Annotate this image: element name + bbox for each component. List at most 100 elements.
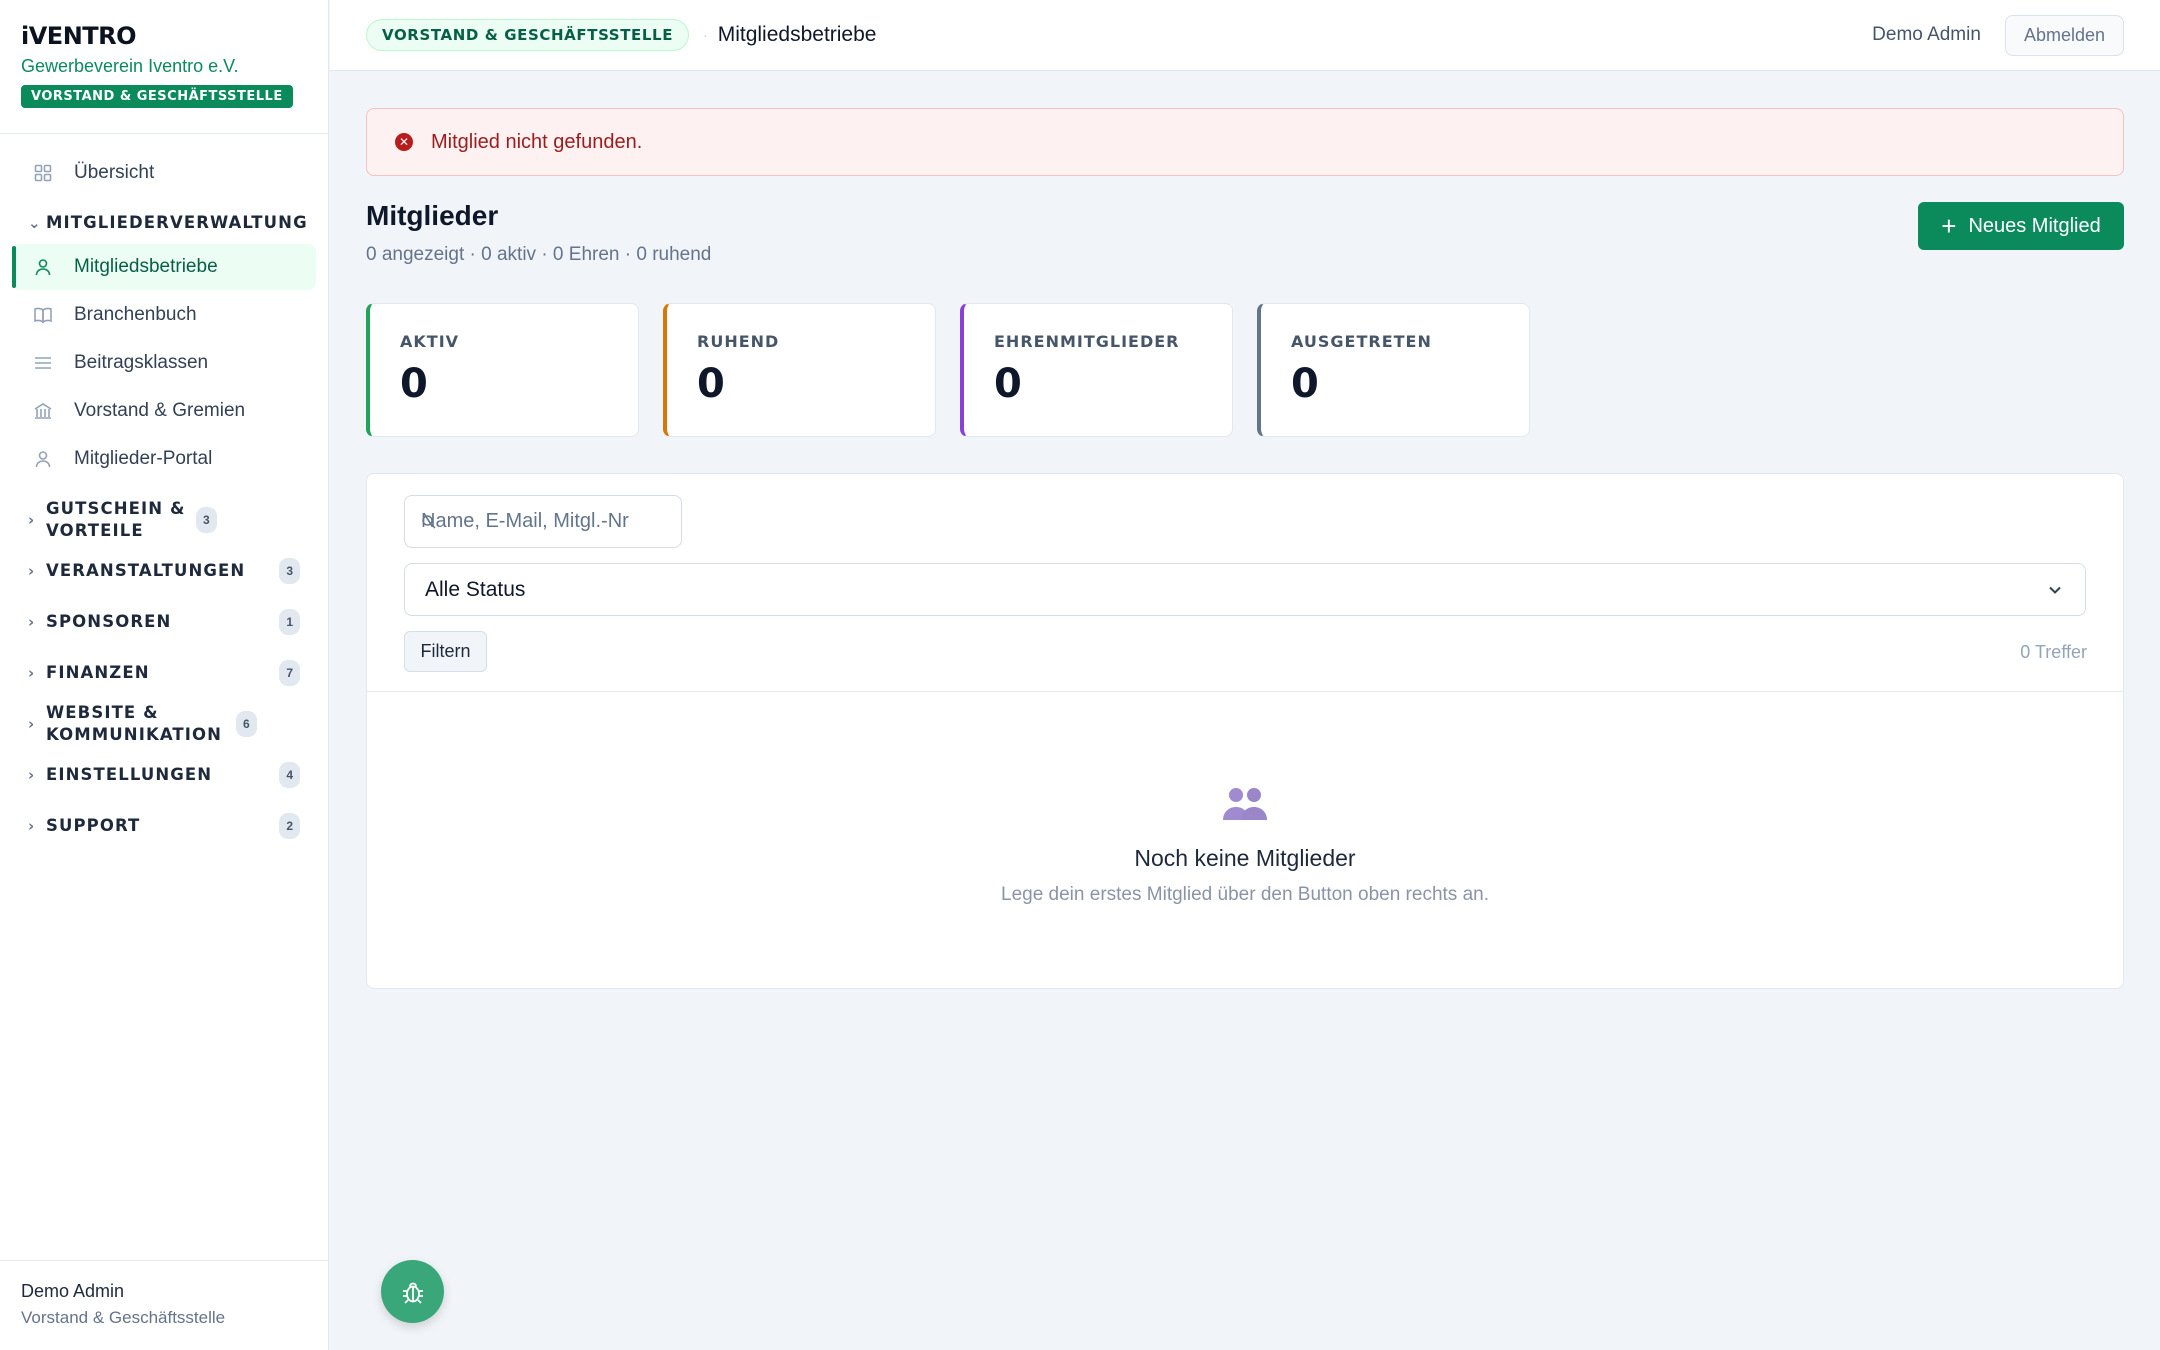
new-member-button[interactable]: + Neues Mitglied [1918, 202, 2124, 250]
sidebar-group-sponsoren[interactable]: › SPONSOREN 1 [12, 596, 316, 647]
organization-name: Gewerbeverein Iventro e.V. [21, 56, 239, 76]
sidebar-item-label: Vorstand & Gremien [74, 400, 246, 421]
sidebar-group-label: EINSTELLUNGEN [46, 764, 213, 784]
role-badge: VORSTAND & GESCHÄFTSSTELLE [21, 85, 293, 108]
stat-label: AUSGETRETEN [1291, 332, 1432, 351]
alert-text: Mitglied nicht gefunden. [431, 130, 643, 153]
sidebar-item-label: Mitgliedsbetriebe [74, 256, 218, 277]
sidebar-item-branchenbuch[interactable]: Branchenbuch [12, 292, 316, 338]
sidebar-item-label: Mitglieder-Portal [74, 448, 213, 469]
chevron-right-icon: › [28, 510, 36, 529]
new-member-label: Neues Mitglied [1968, 214, 2101, 237]
sidebar-group-einstellungen[interactable]: › EINSTELLUNGEN 4 [12, 749, 316, 800]
count-badge: 2 [279, 812, 300, 839]
bug-report-button[interactable] [381, 1260, 444, 1323]
chevron-right-icon: › [28, 561, 36, 580]
stat-label: AKTIV [400, 332, 460, 351]
stat-card-ruhend: RUHEND 0 [663, 303, 936, 437]
stat-value: 0 [697, 361, 725, 407]
top-user-name: Demo Admin [1872, 24, 1981, 45]
filter-button[interactable]: Filtern [404, 631, 487, 672]
sidebar-item-mitglieder-portal[interactable]: Mitglieder-Portal [12, 436, 316, 482]
divider [367, 691, 2123, 692]
sidebar-group-label: VERANSTALTUNGEN [46, 560, 246, 580]
sidebar-item-overview[interactable]: Übersicht [12, 150, 316, 196]
topbar: VORSTAND & GESCHÄFTSSTELLE · Mitgliedsbe… [330, 0, 2160, 71]
breadcrumb-separator: · [703, 27, 708, 43]
count-badge: 4 [279, 761, 300, 788]
sidebar-item-vorstand[interactable]: Vorstand & Gremien [12, 388, 316, 434]
brand-block: iVENTRO Gewerbeverein Iventro e.V. VORST… [0, 0, 328, 134]
logout-button[interactable]: Abmelden [2004, 14, 2124, 56]
sidebar-group-label: WEBSITE & KOMMUNIKATION [46, 702, 223, 744]
chevron-right-icon: › [28, 714, 36, 733]
stat-label: EHRENMITGLIEDER [994, 332, 1180, 351]
page-header: Mitglieder 0 angezeigt · 0 aktiv · 0 Ehr… [366, 200, 711, 266]
page-subtitle: 0 angezeigt · 0 aktiv · 0 Ehren · 0 ruhe… [366, 244, 712, 265]
building-icon [32, 400, 54, 422]
search-field[interactable] [404, 495, 682, 548]
stat-label: RUHEND [697, 332, 780, 351]
users-icon [1223, 788, 1267, 820]
chevron-right-icon: › [28, 612, 36, 631]
sidebar-group-support[interactable]: › SUPPORT 2 [12, 800, 316, 851]
status-select-value: Alle Status [425, 577, 526, 601]
sidebar-item-label: Übersicht [74, 162, 155, 183]
page-title: Mitglieder [366, 200, 499, 231]
sidebar-group-gutschein[interactable]: › GUTSCHEIN & VORTEILE 3 [12, 494, 316, 545]
search-icon [422, 515, 436, 529]
user-icon [32, 256, 54, 278]
error-icon: ✕ [395, 133, 413, 151]
empty-title: Noch keine Mitglieder [1134, 845, 1356, 871]
sidebar-group-finanzen[interactable]: › FINANZEN 7 [12, 647, 316, 698]
count-badge: 3 [196, 506, 217, 533]
chevron-right-icon: › [28, 816, 36, 835]
sidebar-group-mitgliederverwaltung[interactable]: ⌄ MITGLIEDERVERWALTUNG [12, 204, 316, 242]
breadcrumb: Mitgliedsbetriebe [717, 23, 877, 46]
status-select[interactable]: Alle Status [404, 563, 2086, 616]
sidebar-group-website[interactable]: › WEBSITE & KOMMUNIKATION 6 [12, 698, 316, 749]
sidebar-item-label: Branchenbuch [74, 304, 197, 325]
stat-value: 0 [994, 361, 1022, 407]
error-alert: ✕ Mitglied nicht gefunden. [366, 108, 2124, 176]
list-icon [32, 352, 54, 374]
count-badge: 3 [279, 557, 300, 584]
chevron-down-icon: ⌄ [28, 214, 42, 232]
sidebar-group-veranstaltungen[interactable]: › VERANSTALTUNGEN 3 [12, 545, 316, 596]
members-panel: Alle Status Filtern 0 Treffer Noch keine… [366, 473, 2124, 989]
sidebar-user-footer: Demo Admin Vorstand & Geschäftsstelle [0, 1260, 329, 1350]
book-icon [32, 304, 54, 326]
chevron-down-icon [2049, 586, 2061, 594]
sidebar: iVENTRO Gewerbeverein Iventro e.V. VORST… [0, 0, 329, 1350]
stat-card-aktiv: AKTIV 0 [366, 303, 639, 437]
footer-user-role: Vorstand & Geschäftsstelle [21, 1308, 226, 1327]
chevron-right-icon: › [28, 765, 36, 784]
role-pill: VORSTAND & GESCHÄFTSSTELLE [366, 19, 690, 51]
count-badge: 6 [236, 710, 257, 737]
plus-icon: + [1941, 211, 1957, 241]
empty-state: Noch keine Mitglieder Lege dein erstes M… [367, 784, 2123, 906]
sidebar-item-mitgliedsbetriebe[interactable]: Mitgliedsbetriebe [12, 244, 316, 290]
grid-icon [32, 162, 54, 184]
sidebar-nav: Übersicht ⌄ MITGLIEDERVERWALTUNG Mitglie… [0, 134, 328, 851]
sidebar-group-label: MITGLIEDERVERWALTUNG [46, 213, 308, 232]
sidebar-group-label: SUPPORT [46, 815, 141, 835]
bug-icon [402, 1282, 423, 1304]
search-input[interactable] [421, 510, 651, 533]
stat-value: 0 [1291, 361, 1319, 407]
brand-logo[interactable]: iVENTRO [21, 22, 307, 50]
sidebar-group-label: GUTSCHEIN & VORTEILE [46, 498, 186, 540]
footer-user-name: Demo Admin [21, 1281, 125, 1301]
count-badge: 1 [279, 608, 300, 635]
user-icon [32, 448, 54, 470]
stat-card-ehrenmitglieder: EHRENMITGLIEDER 0 [960, 303, 1233, 437]
hits-count: 0 Treffer [2020, 642, 2087, 662]
count-badge: 7 [279, 659, 300, 686]
chevron-right-icon: › [28, 663, 36, 682]
sidebar-group-label: FINANZEN [46, 662, 150, 682]
sidebar-item-beitragsklassen[interactable]: Beitragsklassen [12, 340, 316, 386]
sidebar-group-label: SPONSOREN [46, 611, 172, 631]
empty-text: Lege dein erstes Mitglied über den Butto… [1001, 884, 1489, 905]
stats-row: AKTIV 0 RUHEND 0 EHRENMITGLIEDER 0 AUSGE… [366, 303, 1530, 437]
sidebar-item-label: Beitragsklassen [74, 352, 209, 373]
